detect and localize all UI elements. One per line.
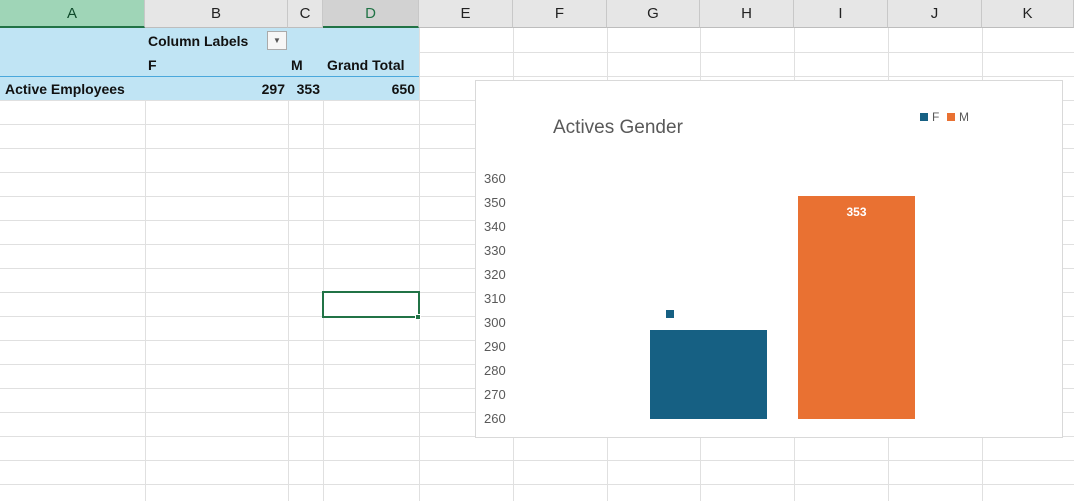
pivot-column-labels: Column Labels [148, 33, 249, 49]
pivot-header-grand-total: Grand Total [327, 57, 405, 73]
legend-swatch-f [920, 113, 928, 121]
pivot-value-total: 650 [391, 81, 415, 97]
legend-m: M [947, 110, 969, 124]
column-header-K[interactable]: K [982, 0, 1074, 28]
y-tick-label: 310 [484, 291, 506, 306]
column-header-H[interactable]: H [700, 0, 794, 28]
column-header-J[interactable]: J [888, 0, 982, 28]
column-header-C[interactable]: C [288, 0, 323, 28]
pivot-value-f: 297 [261, 81, 285, 97]
y-tick-label: 290 [484, 339, 506, 354]
legend-swatch-m [947, 113, 955, 121]
column-header-D[interactable]: D [323, 0, 419, 28]
y-tick-label: 350 [484, 195, 506, 210]
column-header-B[interactable]: B [145, 0, 288, 28]
legend-f: F [920, 110, 939, 124]
data-label-M: 353 [846, 204, 867, 219]
y-tick-label: 320 [484, 267, 506, 282]
column-header-G[interactable]: G [607, 0, 700, 28]
gridline [419, 28, 420, 501]
column-header-A[interactable]: A [0, 0, 145, 28]
y-tick-label: 270 [484, 387, 506, 402]
y-tick-label: 280 [484, 363, 506, 378]
column-header-E[interactable]: E [419, 0, 513, 28]
y-tick-label: 360 [484, 171, 506, 186]
column-header-I[interactable]: I [794, 0, 888, 28]
y-tick-label: 330 [484, 243, 506, 258]
chart-title: Actives Gender [553, 117, 683, 138]
column-header-F[interactable]: F [513, 0, 607, 28]
chart[interactable]: Actives Gender F M 360 350 340 330 320 310 300… [475, 80, 1063, 438]
gridline [0, 484, 1074, 485]
pivot-header-f: F [148, 57, 157, 73]
fill-handle[interactable] [415, 314, 421, 320]
filter-dropdown-button[interactable]: ▼ [267, 31, 287, 50]
bar-F[interactable] [650, 330, 767, 419]
gridline [0, 460, 1074, 461]
pivot-row-label: Active Employees [5, 81, 125, 97]
bar-M[interactable] [798, 195, 915, 419]
pivot-header-m: M [291, 57, 303, 73]
y-tick-label: 260 [484, 411, 506, 426]
selected-cell[interactable] [322, 291, 420, 318]
y-tick-label: 300 [484, 315, 506, 330]
y-tick-label: 340 [484, 219, 506, 234]
data-label-marker-f [666, 310, 674, 318]
pivot-value-m: 353 [296, 81, 320, 97]
